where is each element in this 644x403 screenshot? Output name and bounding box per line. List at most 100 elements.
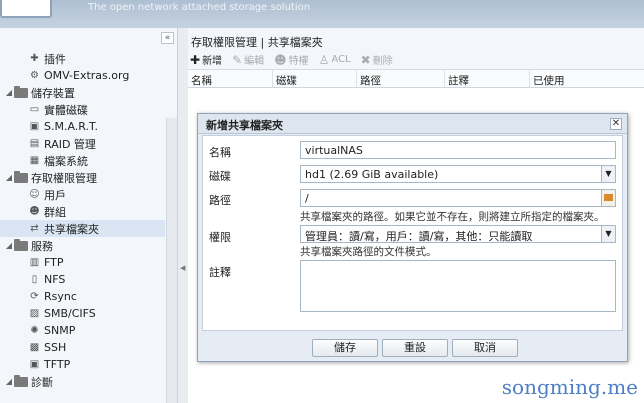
sidebar-item-groups[interactable]: ☻ 群組 [0, 203, 165, 220]
ssh-icon: ▩ [29, 342, 40, 353]
comment-label: 註釋 [209, 266, 231, 279]
column-header-name[interactable]: 名稱 [188, 70, 273, 87]
permissions-select[interactable]: 管理員：讀/寫，用戶：讀/寫，其他：只能讀取 ▼ [300, 225, 616, 243]
path-hint: 共享檔案夾的路徑。如果它並不存在，則將建立所指定的檔案夾。 [300, 211, 605, 223]
sidebar-item-snmp[interactable]: ✺ SNMP [0, 322, 165, 339]
sidebar-item-users[interactable]: ☺ 用戶 [0, 186, 165, 203]
smart-icon: ▣ [29, 121, 40, 132]
name-field[interactable]: virtualNAS [300, 141, 616, 159]
name-field-value: virtualNAS [305, 144, 363, 157]
permissions-label: 權限 [209, 231, 231, 244]
collapse-sidebar-button[interactable]: « [161, 32, 174, 44]
delete-button[interactable]: ✖ 刪除 [361, 52, 393, 68]
column-header-device[interactable]: 磁碟 [273, 70, 357, 87]
share-icon: ⇄ [30, 223, 39, 234]
smb-icon: ▨ [29, 308, 40, 319]
sidebar-item-nfs[interactable]: ▯ NFS [0, 271, 165, 288]
toolbar: ✚ 新增 ✎ 編輯 ☻ 特權 ♙ ACL ✖ 刪除 [188, 50, 644, 70]
privileges-button-label: 特權 [288, 56, 309, 67]
chevron-down-icon[interactable]: ▼ [601, 166, 615, 182]
sidebar-item-label: 儲存裝置 [31, 86, 75, 100]
sidebar-item-rsync[interactable]: ⟳ Rsync [0, 288, 165, 305]
collapse-toggle-icon[interactable]: ◢ [4, 377, 14, 386]
snmp-icon: ✺ [30, 325, 39, 336]
sidebar-item-omv-extras[interactable]: ⚙ OMV-Extras.org [0, 67, 165, 84]
pencil-icon: ✎ [232, 52, 243, 67]
acl-icon: ♙ [318, 52, 330, 67]
column-header-comment[interactable]: 註釋 [445, 70, 530, 87]
folder-icon [14, 85, 28, 98]
dialog-form: 名稱 virtualNAS 磁碟 hd1 (2.69 GiB available… [202, 135, 623, 331]
folder-icon [14, 374, 28, 387]
banner-tagline: The open network attached storage soluti… [88, 2, 311, 13]
folder-browse-icon[interactable] [601, 190, 615, 206]
add-button[interactable]: ✚ 新增 [190, 52, 222, 68]
sidebar-item-label: SNMP [44, 324, 76, 337]
puzzle-icon: ✚ [30, 53, 39, 64]
collapse-toggle-icon[interactable]: ◢ [4, 241, 14, 250]
raid-icon: ▤ [29, 138, 40, 149]
delete-button-label: 刪除 [372, 56, 393, 67]
sidebar-item-ssh[interactable]: ▩ SSH [0, 339, 165, 356]
splitter-arrow-icon[interactable]: ◀ [180, 264, 185, 272]
path-label: 路徑 [209, 194, 231, 207]
sidebar-group-services[interactable]: ◢ 服務 [0, 237, 165, 254]
sidebar-group-diagnostics[interactable]: ◢ 診斷 [0, 373, 165, 390]
sidebar-item-label: 插件 [44, 52, 66, 66]
permissions-select-value: 管理員：讀/寫，用戶：讀/寫，其他：只能讀取 [305, 230, 533, 243]
sidebar-item-label: Rsync [44, 290, 77, 303]
sidebar-item-label: RAID 管理 [44, 137, 96, 151]
sidebar-group-access-rights[interactable]: ◢ 存取權限管理 [0, 169, 165, 186]
reset-button[interactable]: 重設 [382, 339, 448, 357]
sidebar-item-label: 服務 [31, 239, 53, 253]
close-icon[interactable]: ✕ [610, 118, 622, 130]
app-banner: The open network attached storage soluti… [0, 0, 644, 28]
acl-button[interactable]: ♙ ACL [319, 53, 351, 67]
sidebar-group-storage[interactable]: ◢ 儲存裝置 [0, 84, 165, 101]
sidebar-item-ftp[interactable]: ▥ FTP [0, 254, 165, 271]
sidebar-item-tftp[interactable]: ▣ TFTP [0, 356, 165, 373]
sidebar-item-raid[interactable]: ▤ RAID 管理 [0, 135, 165, 152]
plus-icon: ✚ [190, 52, 201, 67]
collapse-toggle-icon[interactable]: ◢ [4, 173, 14, 182]
column-header-path[interactable]: 路徑 [357, 70, 445, 87]
sidebar-item-physical-disks[interactable]: ▭ 實體磁碟 [0, 101, 165, 118]
privileges-button[interactable]: ☻ 特權 [274, 52, 309, 68]
users-icon: ☻ [274, 52, 287, 67]
grid-header: 名稱 磁碟 路徑 註釋 已使用 [188, 70, 644, 88]
sidebar-item-label: 用戶 [44, 188, 66, 202]
folder-icon [14, 170, 28, 183]
sidebar-item-label: 檔案系統 [44, 154, 88, 168]
name-label: 名稱 [209, 146, 231, 159]
sidebar-item-smart[interactable]: ▣ S.M.A.R.T. [0, 118, 165, 135]
nav-tree: ✚ 插件 ⚙ OMV-Extras.org ◢ 儲存裝置 ▭ 實體磁碟 ▣ S.… [0, 50, 165, 390]
chevron-down-icon[interactable]: ▼ [601, 226, 615, 242]
group-icon: ☻ [29, 206, 40, 217]
filesystem-icon: ▦ [29, 155, 40, 166]
sidebar-scrollbar[interactable] [166, 118, 177, 403]
sidebar-item-plugins[interactable]: ✚ 插件 [0, 50, 165, 67]
column-header-used[interactable]: 已使用 [530, 70, 644, 87]
cancel-button[interactable]: 取消 [452, 339, 518, 357]
edit-button[interactable]: ✎ 編輯 [232, 52, 264, 68]
sidebar-item-smb[interactable]: ▨ SMB/CIFS [0, 305, 165, 322]
permissions-hint: 共享檔案夾路徑的文件模式。 [300, 246, 437, 258]
breadcrumb: 存取權限管理 | 共享檔案夾 [188, 28, 644, 50]
sidebar-item-label: NFS [44, 273, 66, 286]
collapse-toggle-icon[interactable]: ◢ [4, 88, 14, 97]
save-button[interactable]: 儲存 [312, 339, 378, 357]
sidebar-item-label: 共享檔案夾 [44, 222, 99, 236]
gear-icon: ⚙ [30, 70, 39, 81]
rsync-icon: ⟳ [30, 291, 39, 302]
path-field[interactable]: / [300, 189, 616, 207]
device-select-value: hd1 (2.69 GiB available) [305, 168, 439, 181]
sidebar-item-filesystems[interactable]: ▦ 檔案系統 [0, 152, 165, 169]
tftp-icon: ▣ [29, 359, 40, 370]
panel-splitter[interactable]: ◀ [178, 28, 188, 403]
device-label: 磁碟 [209, 170, 231, 183]
dialog-footer: 儲存 重設 取消 [198, 334, 627, 362]
sidebar-item-shared-folders[interactable]: ⇄ 共享檔案夾 [0, 220, 165, 237]
comment-textarea[interactable] [300, 260, 616, 312]
sidebar: « ✚ 插件 ⚙ OMV-Extras.org ◢ 儲存裝置 ▭ 實體磁碟 ▣ … [0, 28, 178, 403]
device-select[interactable]: hd1 (2.69 GiB available) ▼ [300, 165, 616, 183]
